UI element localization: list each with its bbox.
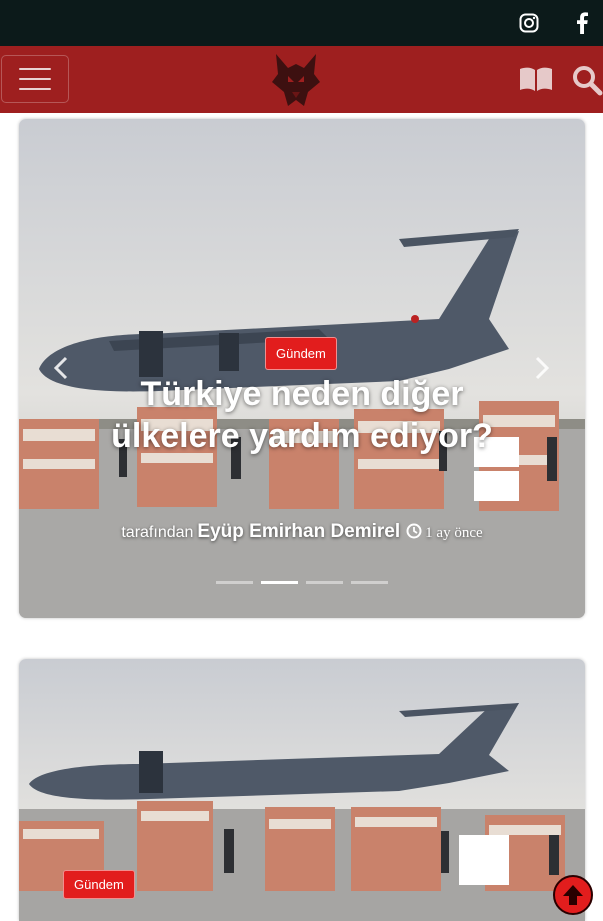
category-badge[interactable]: Gündem	[265, 337, 337, 370]
social-topbar	[0, 0, 603, 46]
menu-toggle-button[interactable]	[1, 55, 69, 103]
search-icon[interactable]	[571, 64, 603, 96]
slide-indicator-active[interactable]	[261, 581, 298, 584]
article-headline[interactable]: Türkiye neden diğer ülkelere yardım ediy…	[99, 373, 505, 457]
author-name[interactable]: Eyüp Emirhan Demirel	[197, 521, 400, 542]
slider-prev-arrow[interactable]	[51, 355, 71, 381]
menu-icon-bar	[19, 78, 51, 80]
clock-icon	[406, 523, 422, 544]
menu-icon-bar	[19, 88, 51, 90]
facebook-icon[interactable]	[569, 10, 595, 36]
slide-indicator[interactable]	[351, 581, 388, 584]
menu-icon-bar	[19, 68, 51, 70]
wolf-logo[interactable]	[270, 52, 322, 108]
category-badge[interactable]: Gündem	[63, 870, 135, 899]
scroll-to-top-button[interactable]	[553, 875, 593, 915]
main-navbar	[0, 46, 603, 113]
time-ago: 1 ay önce	[425, 525, 483, 541]
byline-prefix: tarafından	[121, 524, 194, 541]
article-byline: tarafından Eyüp Emirhan Demirel 1 ay önce	[19, 521, 585, 544]
instagram-icon[interactable]	[516, 10, 542, 36]
book-icon[interactable]	[519, 66, 553, 92]
article-card[interactable]: Gündem	[19, 659, 585, 921]
slider-indicators	[216, 581, 388, 584]
slider-next-arrow[interactable]	[532, 355, 552, 381]
arrow-up-icon	[563, 885, 583, 905]
slide-indicator[interactable]	[306, 581, 343, 584]
slide-indicator[interactable]	[216, 581, 253, 584]
featured-slider[interactable]: Gündem Türkiye neden diğer ülkelere yard…	[19, 119, 585, 618]
